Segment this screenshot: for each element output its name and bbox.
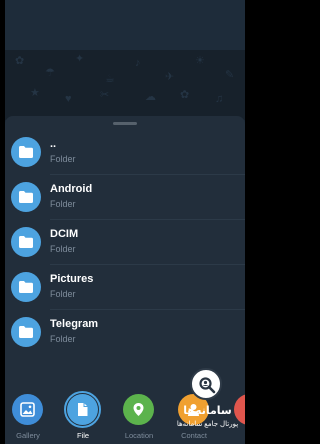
doodle-icon: ☀ [195,55,205,67]
doodle-icon: ☂ [45,67,55,79]
folder-icon [11,317,41,347]
folder-icon [11,227,41,257]
doodle-icon: ☁ [145,91,156,103]
doodle-icon: ✈ [165,71,175,83]
tab-gallery[interactable]: Gallery [5,394,51,444]
folder-row-parent[interactable]: .. Folder [5,130,245,175]
doodle-icon: ☕ [105,73,115,85]
doodle-icon: ♥ [65,93,72,105]
folder-icon [11,137,41,167]
folder-name: Telegram [50,318,99,330]
doodle-icon: ✂ [100,89,110,101]
chat-background: ✿ ☂ ✦ ☕ ♪ ✈ ☀ ✎ ★ ♥ ✂ ☁ ✿ ♫ [5,50,245,120]
tab-label: File [76,431,90,440]
tab-label: Gallery [16,431,40,440]
doodle-icon: ♫ [215,93,224,105]
folder-type: Folder [50,244,76,254]
folder-list: .. Folder Android Folder DCIM Folder Pic… [5,130,245,355]
folder-type: Folder [50,289,76,299]
folder-row-dcim[interactable]: DCIM Folder [5,220,245,265]
image-icon [12,394,43,425]
folder-icon [11,272,41,302]
folder-name: Pictures [50,273,94,285]
doodle-icon: ♪ [135,57,141,69]
chat-header [5,0,245,50]
folder-name: Android [50,183,93,195]
folder-row-pictures[interactable]: Pictures Folder [5,265,245,310]
folder-type: Folder [50,154,76,164]
magnifier-logo-icon [190,368,222,400]
watermark-title: سامانه‌ها [183,405,232,417]
doodle-icon: ★ [30,87,40,99]
folder-type: Folder [50,199,76,209]
watermark-subtitle: پورتال جامع سامانه‌ها [176,421,239,428]
folder-row-telegram[interactable]: Telegram Folder [5,310,245,355]
doodle-icon: ✦ [75,53,85,65]
folder-type: Folder [50,334,76,344]
tab-label: Location [124,431,154,440]
doodle-icon: ✎ [225,69,235,81]
watermark-logo: سامانه‌ها پورتال جامع سامانه‌ها [170,368,245,438]
folder-name: .. [50,138,57,150]
sheet-drag-handle[interactable] [113,122,137,125]
folder-name: DCIM [50,228,79,240]
doodle-icon: ✿ [15,55,25,67]
folder-row-android[interactable]: Android Folder [5,175,245,220]
location-pin-icon [123,394,154,425]
file-icon [67,394,98,425]
tab-file[interactable]: File [60,391,106,444]
folder-icon [11,182,41,212]
phone-screen: ✿ ☂ ✦ ☕ ♪ ✈ ☀ ✎ ★ ♥ ✂ ☁ ✿ ♫ .. Folder An… [0,0,250,444]
tab-location[interactable]: Location [116,394,162,444]
doodle-icon: ✿ [180,89,190,101]
